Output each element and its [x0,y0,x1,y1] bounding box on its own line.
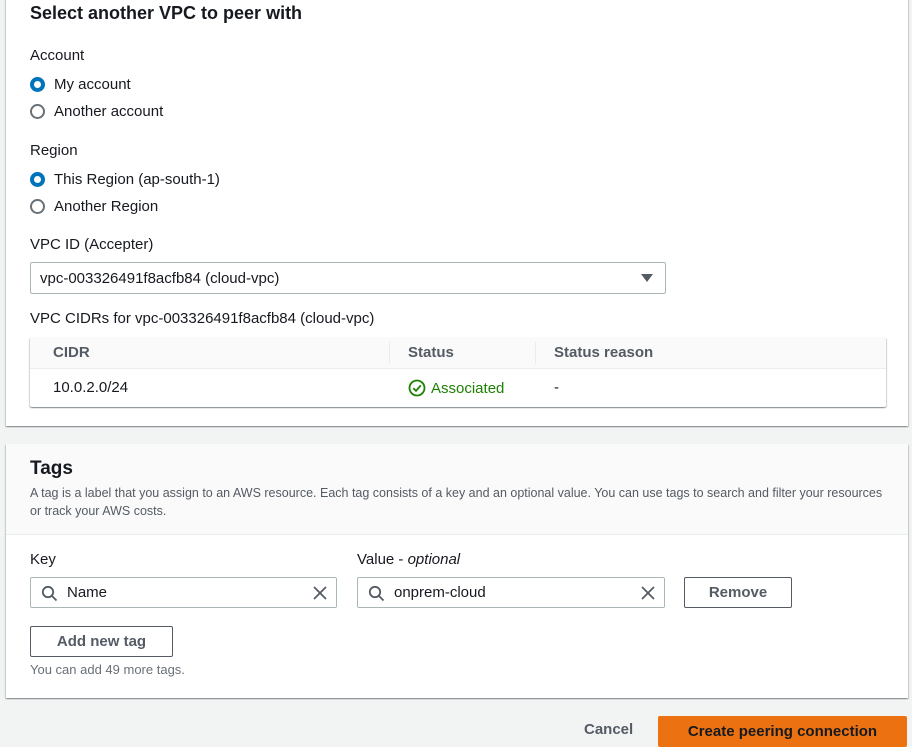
key-label: Key [30,551,56,568]
value-label: Value - optional [357,551,460,568]
optional-label: optional [407,551,461,568]
search-icon [41,585,58,602]
caret-down-icon [641,274,653,282]
radio-another-account[interactable]: Another account [30,103,163,120]
cidrs-label: VPC CIDRs for vpc-003326491f8acfb84 (clo… [30,310,375,327]
remove-tag-button[interactable]: Remove [684,577,792,608]
vpc-id-label: VPC ID (Accepter) [30,236,154,253]
tag-key-input[interactable]: Name [30,577,337,608]
column-header-status-reason: Status reason [554,344,654,361]
status-text: Associated [431,379,505,397]
tags-panel: Tags A tag is a label that you assign to… [6,444,908,698]
table-header: CIDR Status Status reason [30,337,886,369]
radio-my-account[interactable]: My account [30,76,131,93]
search-icon [368,585,385,602]
tags-description: A tag is a label that you assign to an A… [30,486,883,518]
radio-checked-icon[interactable] [30,77,45,92]
status-success-icon [408,379,426,397]
radio-this-region[interactable]: This Region (ap-south-1) [30,171,220,188]
vpc-id-value: vpc-003326491f8acfb84 (cloud-vpc) [40,269,280,287]
clear-icon[interactable] [312,585,328,601]
divider [6,534,908,535]
status-reason-cell: - [554,379,559,396]
radio-unchecked-icon[interactable] [30,199,45,214]
radio-checked-icon[interactable] [30,172,45,187]
clear-icon[interactable] [640,585,656,601]
radio-another-region[interactable]: Another Region [30,198,158,215]
column-divider [389,342,390,364]
radio-label: Another account [54,103,164,120]
status-cell: Associated [408,379,504,397]
tags-title: Tags [30,458,73,479]
radio-label: My account [54,76,131,93]
radio-unchecked-icon[interactable] [30,104,45,119]
cancel-button[interactable]: Cancel [584,721,633,738]
cidr-table: CIDR Status Status reason 10.0.2.0/24 As… [30,337,886,407]
account-label: Account [30,47,85,64]
add-new-tag-button[interactable]: Add new tag [30,626,173,657]
radio-label: This Region (ap-south-1) [54,171,220,188]
value-label-text: Value - [357,551,408,568]
radio-label: Another Region [54,198,159,215]
tag-value-input[interactable]: onprem-cloud [357,577,665,608]
cidr-cell: 10.0.2.0/24 [53,379,129,396]
create-peering-connection-button[interactable]: Create peering connection [658,716,907,747]
column-divider [535,342,536,364]
section-title: Select another VPC to peer with [30,3,303,23]
region-label: Region [30,142,78,159]
tags-remaining-hint: You can add 49 more tags. [30,662,185,677]
column-header-cidr: CIDR [53,344,90,361]
vpc-id-select[interactable]: vpc-003326491f8acfb84 (cloud-vpc) [30,262,666,294]
column-header-status: Status [408,344,454,361]
peer-vpc-panel: Select another VPC to peer with Account … [6,0,908,426]
tag-value-value: onprem-cloud [394,584,486,601]
tag-key-value: Name [67,584,108,601]
